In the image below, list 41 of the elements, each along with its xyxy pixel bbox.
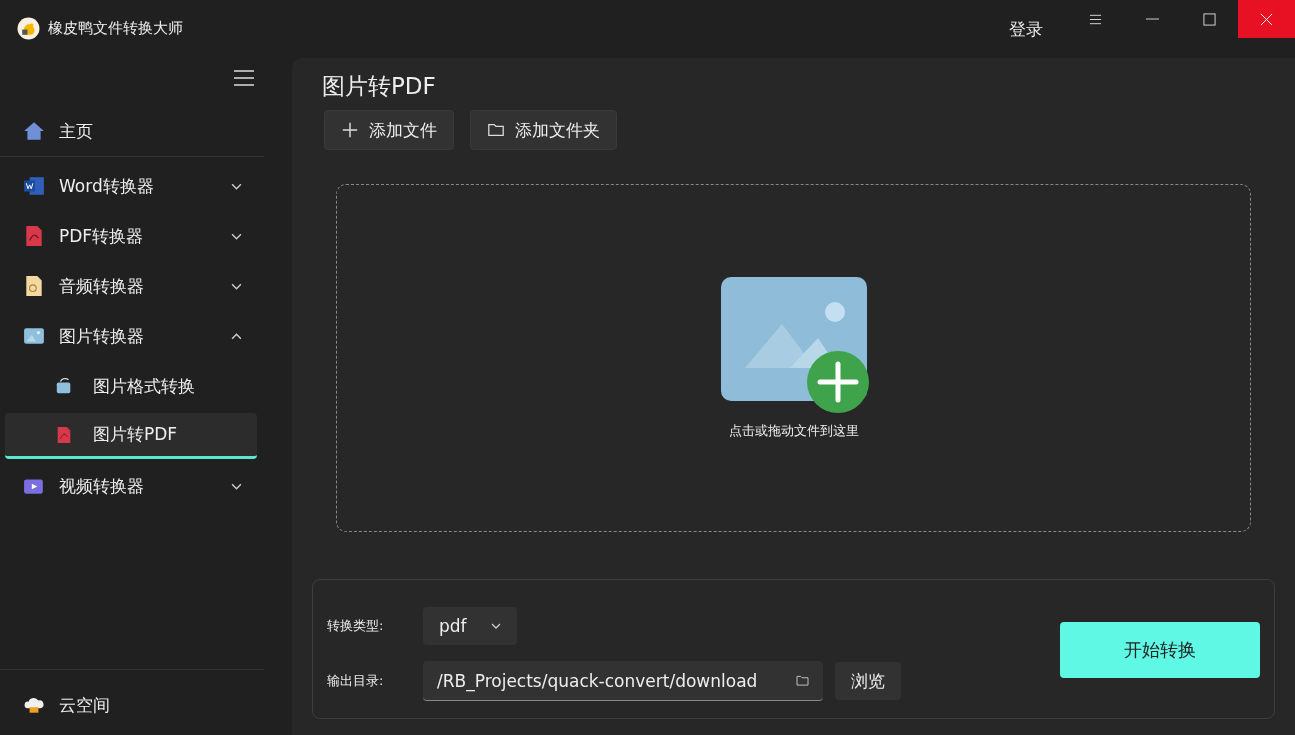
word-document-icon [23, 175, 45, 197]
login-button[interactable]: 登录 [1009, 18, 1043, 41]
collapse-menu-button[interactable] [234, 70, 254, 86]
browse-button[interactable]: 浏览 [835, 662, 901, 700]
minimize-icon [1146, 18, 1159, 20]
chevron-down-icon [490, 623, 501, 629]
pdf-file-icon [23, 225, 45, 247]
add-picture-icon [719, 276, 870, 416]
audio-file-icon [23, 275, 45, 297]
start-convert-button[interactable]: 开始转换 [1060, 622, 1260, 678]
sidebar-item[interactable]: 视频转换器 [5, 461, 257, 511]
add-button[interactable]: 添加文件夹 [470, 110, 617, 150]
sidebar-item[interactable]: PDF转换器 [5, 211, 257, 261]
house-icon [23, 120, 45, 142]
type-dropdown[interactable]: pdf [423, 607, 517, 645]
picture-refresh-icon [55, 377, 73, 395]
close-icon [1260, 12, 1273, 26]
folder-icon [796, 675, 809, 686]
add-button[interactable]: 添加文件 [324, 110, 454, 150]
plus-icon [341, 121, 359, 139]
cloud-space-item[interactable]: 云空间 [5, 680, 257, 730]
sidebar-item[interactable]: 图片转换器 [5, 311, 257, 361]
drop-zone[interactable]: 点击或拖动文件到这里 [336, 184, 1251, 532]
field-label: 转换类型: [327, 617, 385, 635]
menu-icon [234, 70, 254, 86]
sidebar-item[interactable]: 音频转换器 [5, 261, 257, 311]
duck-logo-icon [17, 17, 40, 40]
sidebar-subitem[interactable]: 图片格式转换 [5, 363, 257, 409]
output-path-field[interactable]: /RB_Projects/quack-convert/download [423, 661, 823, 701]
menu-icon [1089, 12, 1102, 26]
folder-icon [487, 121, 505, 139]
field-label: 输出目录: [327, 672, 385, 690]
maximize-icon [1203, 12, 1216, 26]
sidebar-subitem[interactable]: 图片转PDF [5, 413, 257, 459]
page-title: 图片转PDF [322, 72, 437, 101]
drop-hint: 点击或拖动文件到这里 [728, 422, 859, 440]
pdf-file-icon [55, 425, 73, 444]
sidebar-item[interactable]: 主页 [5, 106, 257, 156]
sidebar-item[interactable]: Word转换器 [5, 161, 257, 211]
picture-icon [23, 325, 45, 347]
app-title: 橡皮鸭文件转换大师 [48, 19, 183, 38]
